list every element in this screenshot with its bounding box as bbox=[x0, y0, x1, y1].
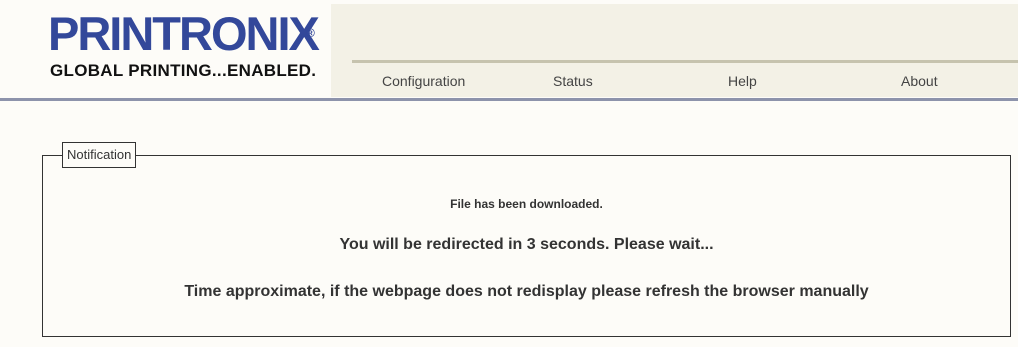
header-rule bbox=[0, 98, 1018, 101]
logo-wordmark: PRINTRONIX bbox=[48, 7, 320, 60]
notification-legend: Notification bbox=[62, 142, 137, 168]
registered-mark: ® bbox=[306, 26, 315, 40]
logo-tagline: GLOBAL PRINTING...ENABLED. bbox=[50, 61, 317, 80]
download-message: File has been downloaded. bbox=[450, 197, 603, 211]
redirect-message: You will be redirected in 3 seconds. Ple… bbox=[339, 236, 714, 253]
refresh-message: Time approximate, if the webpage does no… bbox=[184, 283, 869, 300]
header: PRINTRONIX ® GLOBAL PRINTING...ENABLED. … bbox=[0, 0, 1018, 104]
nav-divider bbox=[352, 60, 1018, 63]
nav-about[interactable]: About bbox=[901, 72, 938, 90]
nav-help[interactable]: Help bbox=[728, 72, 757, 90]
nav-configuration[interactable]: Configuration bbox=[382, 72, 465, 90]
nav-status[interactable]: Status bbox=[553, 72, 593, 90]
